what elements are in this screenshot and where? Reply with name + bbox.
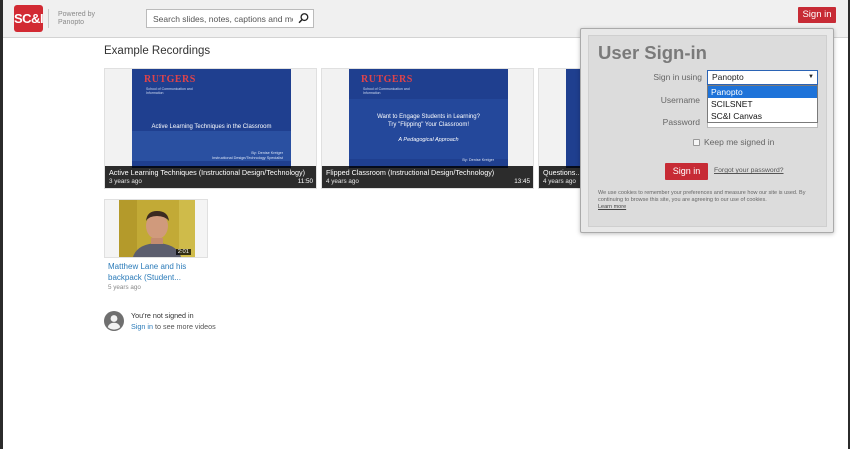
password-label: Password: [662, 117, 700, 127]
recording-card[interactable]: RUTGERS School of Communication and Info…: [104, 68, 317, 189]
not-signed-in-notice: You're not signed in Sign in to see more…: [104, 311, 304, 335]
recording-age: 4 years ago: [543, 178, 576, 185]
slide-headline-2: Try "Flipping" Your Classroom!: [387, 122, 470, 128]
search-box: [146, 9, 314, 28]
video-duration: 2:01: [175, 249, 191, 255]
dropdown-arrow-icon: ▼: [808, 74, 814, 80]
recording-title[interactable]: Active Learning Techniques (Instructiona…: [109, 168, 314, 177]
recording-duration: 11:50: [297, 178, 313, 185]
recording-card[interactable]: RUTGERS School of Communication and Info…: [321, 68, 534, 189]
sign-in-popup: User Sign-in Sign in using Panopto ▼ Use…: [580, 28, 834, 233]
sign-in-using-label: Sign in using: [653, 72, 702, 82]
recording-caption: Active Learning Techniques (Instructiona…: [105, 166, 316, 188]
slide-byline: By: Denise Kreiger Instructional Design/…: [212, 151, 283, 161]
sci-logo[interactable]: SC&I: [14, 5, 44, 32]
provider-select[interactable]: Panopto ▼: [707, 70, 818, 85]
not-signed-in-text: You're not signed in: [131, 311, 194, 320]
slide-byline-title: Instructional Design/Technology Speciali…: [212, 156, 283, 160]
recording-duration: 13:45: [514, 178, 530, 185]
sign-in-submit-button[interactable]: Sign in: [665, 163, 708, 180]
cookie-notice-text: We use cookies to remember your preferen…: [598, 190, 806, 203]
slide-headline: Want to Engage Students in Learning?: [377, 114, 480, 120]
section-title: Example Recordings: [104, 45, 211, 57]
slide-brand-subtitle: School of Communication and Information: [363, 87, 410, 95]
provider-option[interactable]: SCILSNET: [708, 98, 817, 110]
sign-in-prompt: Sign in to see more videos: [131, 322, 216, 331]
video-title-link[interactable]: Matthew Lane and his backpack (Student..…: [108, 262, 208, 283]
logo-divider: [48, 9, 49, 28]
cookie-notice: We use cookies to remember your preferen…: [598, 190, 820, 210]
recording-thumbnail[interactable]: RUTGERS School of Communication and Info…: [132, 69, 291, 168]
video-card[interactable]: 2:01: [104, 199, 208, 258]
slide-brand-subtitle: School of Communication and Information: [146, 87, 193, 95]
header-sign-in-button[interactable]: Sign in: [798, 7, 836, 23]
keep-signed-in-label[interactable]: Keep me signed in: [704, 137, 774, 147]
powered-by-panopto[interactable]: Powered by Panopto: [58, 11, 95, 27]
user-avatar-icon: [104, 311, 124, 331]
powered-by-line: Powered by: [58, 11, 95, 18]
sign-in-panel: User Sign-in Sign in using Panopto ▼ Use…: [588, 35, 827, 227]
forgot-password-link[interactable]: Forgot your password?: [714, 167, 784, 174]
video-age: 5 years ago: [108, 284, 141, 291]
provider-dropdown-list: Panopto SCILSNET SC&I Canvas: [707, 85, 818, 123]
slide-subheadline: A Pedagogical Approach: [398, 137, 459, 143]
sign-in-title: User Sign-in: [598, 42, 707, 63]
recording-title[interactable]: Questions...: [543, 168, 581, 177]
search-icon[interactable]: [297, 12, 310, 25]
recording-caption: Flipped Classroom (Instructional Design/…: [322, 166, 533, 188]
recording-thumbnail[interactable]: RUTGERS School of Communication and Info…: [349, 69, 508, 168]
slide-brand: RUTGERS: [361, 74, 413, 85]
panopto-line: Panopto: [58, 19, 85, 26]
learn-more-link[interactable]: Learn more: [598, 204, 820, 211]
sign-in-prompt-rest: to see more videos: [154, 322, 216, 331]
slide-headline: Active Learning Techniques in the Classr…: [151, 124, 272, 130]
recording-age: 3 years ago: [109, 178, 142, 185]
slide-brand: RUTGERS: [144, 74, 196, 85]
recording-title[interactable]: Flipped Classroom (Instructional Design/…: [326, 168, 506, 177]
provider-option[interactable]: Panopto: [708, 86, 817, 98]
sign-in-link[interactable]: Sign in: [131, 322, 153, 331]
window-edge-left: [0, 0, 3, 449]
provider-selected-value: Panopto: [712, 72, 744, 82]
slide-byline: By: Denise Kreiger: [462, 158, 494, 162]
slide-decoration: [349, 99, 508, 159]
provider-option[interactable]: SC&I Canvas: [708, 110, 817, 122]
keep-signed-in-checkbox[interactable]: [693, 139, 700, 146]
username-label: Username: [660, 95, 700, 105]
recording-age: 4 years ago: [326, 178, 359, 185]
search-input[interactable]: [147, 10, 293, 27]
